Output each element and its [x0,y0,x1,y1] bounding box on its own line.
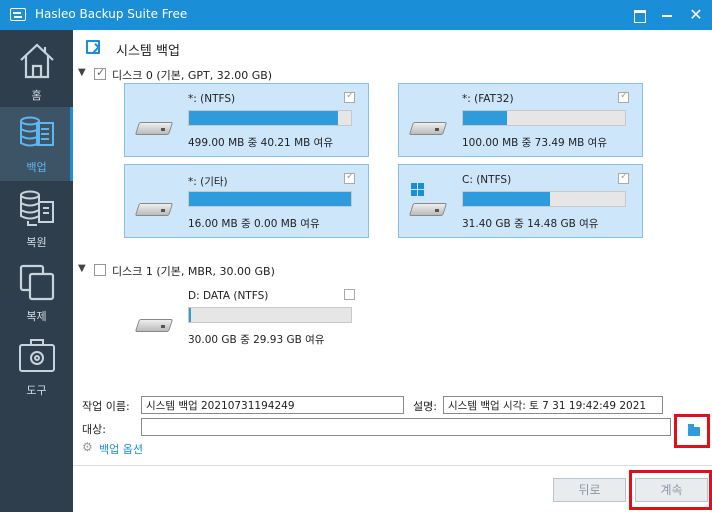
partition-card[interactable]: D: DATA (NTFS) 30.00 GB 중 29.93 GB 여유 [124,280,369,354]
close-button[interactable]: ✕ [686,5,706,25]
home-icon [20,43,54,79]
app-window: Hasleo Backup Suite Free ✕ 홈 백업 복원 복제 도구… [0,0,712,512]
sidebar-item-tools[interactable]: 도구 [0,330,73,404]
description-label: 설명: [413,400,437,413]
description-input[interactable]: 시스템 백업 시각: 토 7 31 19:42:49 2021 [443,396,663,414]
partition-usage: 16.00 MB 중 0.00 MB 여유 [188,218,320,230]
sidebar-item-label: 도구 [26,384,47,397]
disk-0-label: 디스크 0 (기본, GPT, 32.00 GB) [112,69,273,82]
partition-card[interactable]: *: (기타) 16.00 MB 중 0.00 MB 여유 [124,164,369,238]
usage-bar [188,110,352,126]
partition-usage: 499.00 MB 중 40.21 MB 여유 [188,137,333,149]
partition-card[interactable]: *: (NTFS) 499.00 MB 중 40.21 MB 여유 [124,83,369,157]
partition-name: C: (NTFS) [462,174,512,186]
sidebar: 홈 백업 복원 복제 도구 [0,30,73,512]
partition-usage: 100.00 MB 중 73.49 MB 여유 [462,137,607,149]
task-name-label: 작업 이름: [82,400,130,413]
partition-name: *: (기타) [188,176,228,188]
restore-button[interactable] [629,5,649,25]
windows-icon [411,183,425,197]
sidebar-item-backup[interactable]: 백업 [0,107,73,181]
task-name-input[interactable]: 시스템 백업 20210731194249 [141,396,404,414]
browse-button[interactable] [674,414,710,448]
destination-label: 대상: [82,423,106,436]
window-title: Hasleo Backup Suite Free [35,7,188,21]
partition-name: *: (NTFS) [188,93,236,105]
disk-row-1: ▼ 디스크 1 (기본, MBR, 30.00 GB) [78,263,378,279]
partition-usage: 30.00 GB 중 29.93 GB 여유 [188,334,325,346]
clone-icon [19,264,55,301]
partition-usage: 31.40 GB 중 14.48 GB 여유 [462,218,599,230]
backup-options-label: 백업 옵션 [99,443,143,456]
partition-card[interactable]: *: (FAT32) 100.00 MB 중 73.49 MB 여유 [398,83,643,157]
folder-icon [688,424,700,436]
backup-icon [20,116,54,147]
destination-input[interactable] [141,418,671,436]
partition-checkbox[interactable] [344,171,355,184]
hdd-icon [408,199,448,219]
usage-bar [188,307,352,323]
tools-icon [19,339,55,372]
partition-checkbox[interactable] [344,289,355,300]
app-logo-icon [10,8,26,21]
hdd-icon [134,199,174,219]
title-bar: Hasleo Backup Suite Free ✕ [0,0,712,30]
sidebar-item-label: 백업 [26,161,47,174]
hdd-icon [408,118,448,138]
partition-checkbox[interactable] [618,90,629,103]
restore-icon [20,190,54,226]
sidebar-item-restore[interactable]: 복원 [0,182,73,256]
chevron-down-icon[interactable]: ▼ [78,67,90,78]
partition-checkbox[interactable] [344,90,355,103]
disk-0-checkbox[interactable] [94,66,106,80]
back-button[interactable]: 뒤로 [553,478,626,502]
sidebar-item-label: 홈 [31,89,42,102]
disk-1-label: 디스크 1 (기본, MBR, 30.00 GB) [112,265,275,278]
divider [73,465,712,466]
sidebar-item-home[interactable]: 홈 [0,35,73,109]
minimize-button[interactable] [657,5,677,25]
page-title: 시스템 백업 [116,44,180,59]
sidebar-item-label: 복원 [26,236,47,249]
system-backup-icon [86,40,100,54]
disk-row-0: ▼ 디스크 0 (기본, GPT, 32.00 GB) [78,66,378,83]
disk-1-checkbox[interactable] [94,264,106,276]
sidebar-item-clone[interactable]: 복제 [0,256,73,330]
partition-name: D: DATA (NTFS) [188,290,269,302]
partition-card[interactable]: C: (NTFS) 31.40 GB 중 14.48 GB 여유 [398,164,643,238]
highlight-frame [629,470,712,510]
hdd-icon [134,118,174,138]
partition-checkbox[interactable] [618,171,629,184]
gear-icon: ⚙ [82,440,93,454]
usage-bar [462,191,626,207]
sidebar-item-label: 복제 [26,310,47,323]
chevron-down-icon[interactable]: ▼ [78,263,90,274]
usage-bar [188,191,352,207]
partition-name: *: (FAT32) [462,93,514,105]
usage-bar [462,110,626,126]
hdd-icon [134,315,174,335]
